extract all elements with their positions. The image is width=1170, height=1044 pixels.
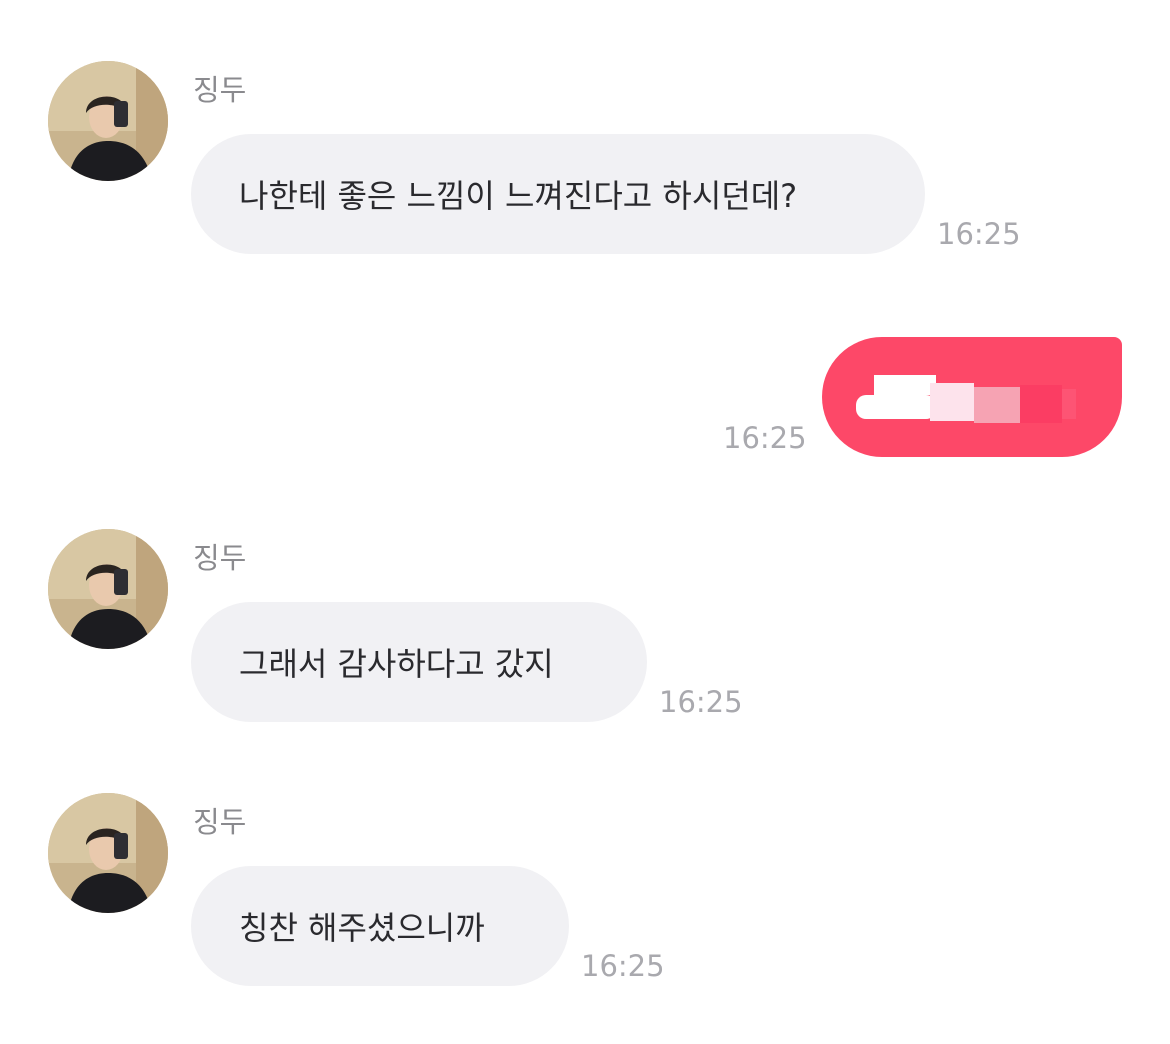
message-text: 그래서 감사하다고 갔지 — [239, 645, 554, 683]
message-bubble-outgoing[interactable] — [822, 337, 1122, 457]
message-timestamp: 16:25 — [937, 217, 1021, 251]
message-timestamp: 16:25 — [581, 949, 665, 983]
sender-avatar[interactable] — [48, 61, 168, 181]
sender-name: 징두 — [193, 805, 247, 839]
message-timestamp: 16:25 — [723, 421, 807, 455]
sender-name: 징두 — [193, 541, 247, 575]
sender-avatar[interactable] — [48, 793, 168, 913]
message-bubble-incoming[interactable]: 칭찬 해주셨으니까 — [191, 866, 569, 986]
message-timestamp: 16:25 — [659, 685, 743, 719]
redacted-text-block — [852, 367, 1082, 435]
sender-name: 징두 — [193, 73, 247, 107]
message-text: 칭찬 해주셨으니까 — [239, 909, 485, 947]
sender-avatar[interactable] — [48, 529, 168, 649]
message-bubble-incoming[interactable]: 그래서 감사하다고 갔지 — [191, 602, 647, 722]
message-bubble-incoming[interactable]: 나한테 좋은 느낌이 느껴진다고 하시던데? — [191, 134, 925, 254]
message-text: 나한테 좋은 느낌이 느껴진다고 하시던데? — [239, 177, 798, 215]
